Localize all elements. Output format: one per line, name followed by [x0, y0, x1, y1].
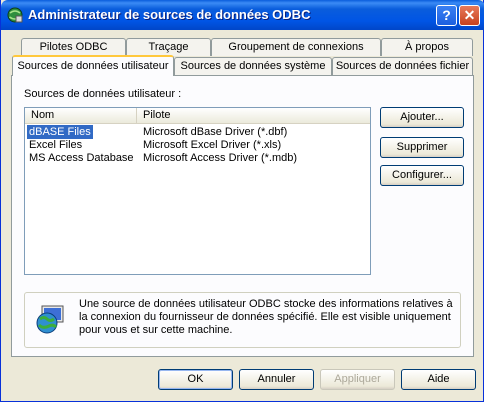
tab-tracage[interactable]: Traçage — [126, 38, 211, 56]
remove-button[interactable]: Supprimer — [380, 137, 464, 158]
tab-a-propos[interactable]: À propos — [381, 38, 473, 56]
odbc-app-icon — [7, 7, 23, 23]
tab-groupement-connexions[interactable]: Groupement de connexions — [211, 38, 381, 56]
tab-pilotes-odbc[interactable]: Pilotes ODBC — [21, 38, 126, 56]
window-title: Administrateur de sources de données ODB… — [28, 7, 311, 22]
list-header: Nom Pilote — [25, 108, 370, 124]
help-title-button[interactable]: ? — [436, 5, 457, 26]
row-name: MS Access Database — [29, 152, 134, 164]
tab-sources-systeme[interactable]: Sources de données système — [174, 57, 332, 75]
list-row[interactable]: MS Access Database Microsoft Access Driv… — [25, 151, 370, 165]
panel-label: Sources de données utilisateur : — [24, 88, 182, 100]
configure-button[interactable]: Configurer... — [380, 165, 464, 186]
row-driver: Microsoft dBase Driver (*.dbf) — [143, 126, 288, 138]
apply-button: Appliquer — [320, 369, 395, 390]
close-title-button[interactable]: ✕ — [459, 5, 480, 26]
column-header-pilote[interactable]: Pilote — [137, 108, 370, 124]
list-row[interactable]: dBASE Files Microsoft dBase Driver (*.db… — [25, 125, 370, 139]
list-row[interactable]: Excel Files Microsoft Excel Driver (*.xl… — [25, 138, 370, 152]
cancel-button[interactable]: Annuler — [239, 369, 314, 390]
user-dsn-panel: Sources de données utilisateur : Nom Pil… — [11, 75, 474, 357]
globe-database-icon — [36, 305, 64, 334]
data-source-list[interactable]: Nom Pilote dBASE Files Microsoft dBase D… — [24, 107, 371, 275]
column-header-nom[interactable]: Nom — [25, 108, 137, 124]
tab-sources-utilisateur[interactable]: Sources de données utilisateur — [12, 55, 174, 76]
tab-sources-fichier[interactable]: Sources de données fichier — [332, 57, 473, 75]
help-button[interactable]: Aide — [401, 369, 476, 390]
row-name: dBASE Files — [27, 125, 93, 139]
row-name: Excel Files — [29, 139, 83, 151]
info-box: Une source de données utilisateur ODBC s… — [24, 292, 461, 348]
info-text: Une source de données utilisateur ODBC s… — [79, 298, 453, 336]
row-driver: Microsoft Access Driver (*.mdb) — [143, 152, 298, 164]
odbc-admin-window: Administrateur de sources de données ODB… — [0, 0, 484, 402]
add-button[interactable]: Ajouter... — [380, 107, 464, 128]
title-bar[interactable]: Administrateur de sources de données ODB… — [1, 0, 484, 30]
row-driver: Microsoft Excel Driver (*.xls) — [143, 139, 282, 151]
ok-button[interactable]: OK — [158, 369, 233, 390]
